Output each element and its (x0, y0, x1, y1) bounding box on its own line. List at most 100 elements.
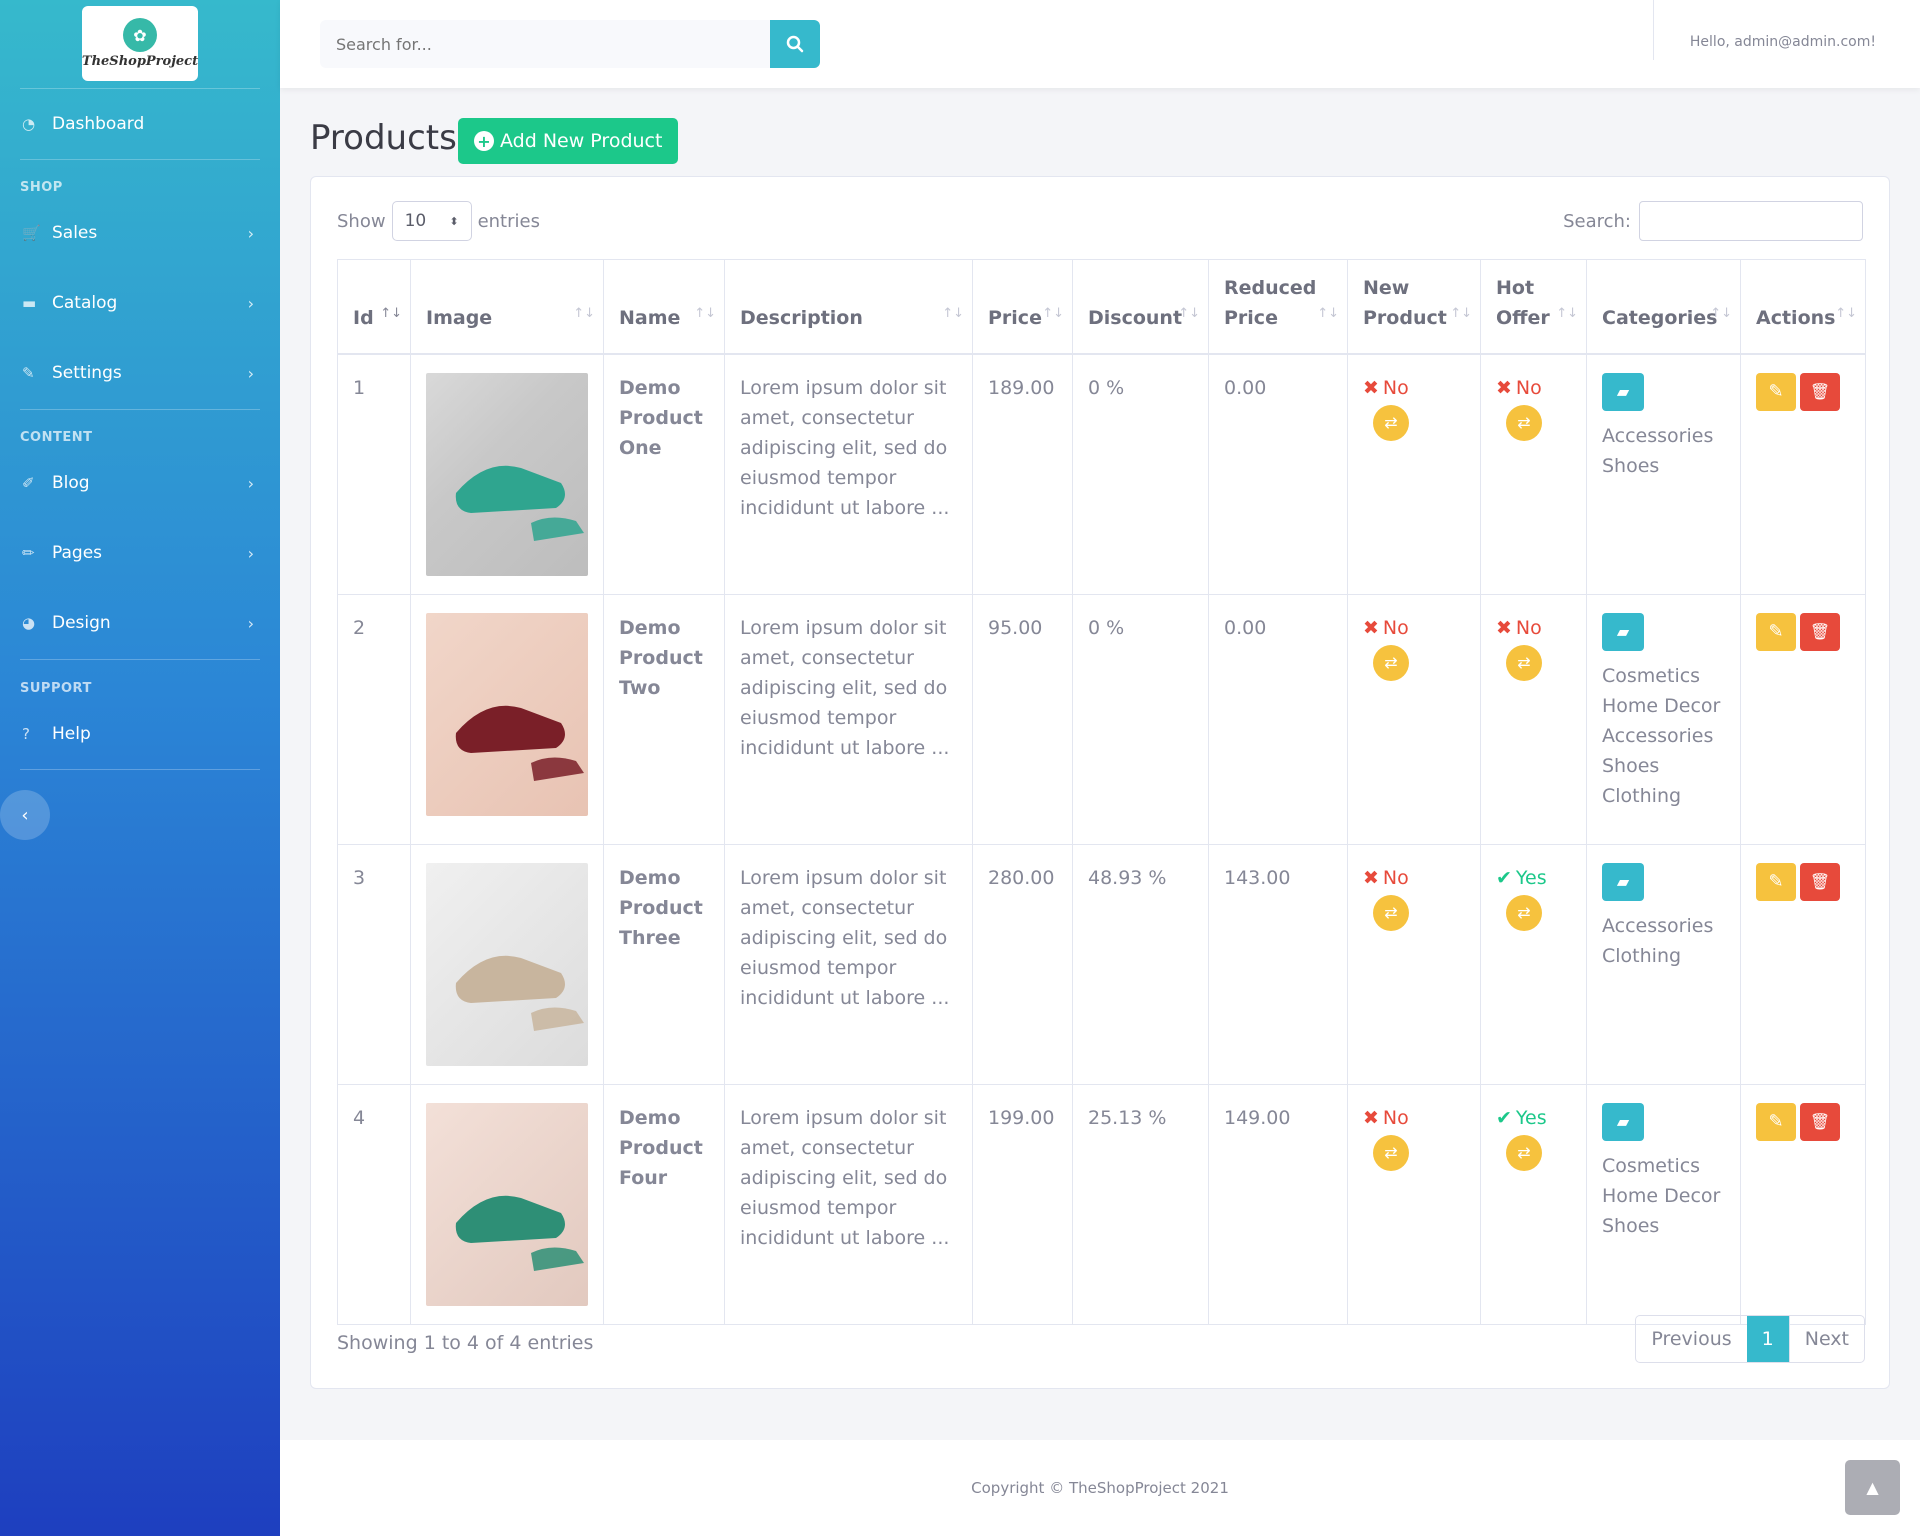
cell-price: 189.00 (972, 353, 1073, 595)
topbar: Hello, admin@admin.com! (280, 0, 1920, 88)
cell-new-product: ✖ No ⇄ (1347, 1083, 1481, 1325)
col-header-discount[interactable]: Discount ↑↓ (1072, 259, 1209, 355)
col-header-hot-offer[interactable]: Hot Offer ↑↓ (1480, 259, 1587, 355)
product-name-line: Demo (619, 376, 681, 399)
sidebar-item-pages[interactable]: ✏ Pages › (0, 533, 280, 573)
scroll-to-top-button[interactable]: ▲ (1845, 1460, 1900, 1515)
product-name-line: Product (619, 1136, 703, 1159)
sidebar-item-catalog[interactable]: ▬ Catalog › (0, 283, 280, 323)
product-image (426, 612, 588, 816)
x-icon: ✖ (1363, 866, 1379, 889)
col-header-reduced-price[interactable]: Reduced Price ↑↓ (1208, 259, 1348, 355)
edit-categories-button[interactable]: ▰ (1602, 612, 1644, 651)
edit-button[interactable]: ✎ (1756, 612, 1796, 651)
col-header-name[interactable]: Name ↑↓ (603, 259, 725, 355)
chevron-right-icon: › (247, 613, 254, 633)
wrench-icon: ✎ (22, 364, 35, 382)
toggle-hot-button[interactable]: ⇄ (1506, 894, 1542, 931)
cell-name[interactable]: Demo Product Three (603, 843, 725, 1085)
sidebar-item-design[interactable]: ◕ Design › (0, 603, 280, 643)
edit-button[interactable]: ✎ (1756, 862, 1796, 901)
user-greeting[interactable]: Hello, admin@admin.com! (1690, 34, 1876, 50)
toggle-new-button[interactable]: ⇄ (1373, 894, 1409, 931)
sidebar-item-label: Pages (52, 543, 103, 563)
logo-emblem-icon: ✿ (123, 18, 157, 52)
category-label: Cosmetics (1602, 1154, 1701, 1177)
description-line: amet, consectetur (740, 406, 914, 429)
delete-button[interactable]: 🗑 (1800, 862, 1840, 901)
sidebar-heading-support: SUPPORT (20, 681, 92, 696)
toggle-new-button[interactable]: ⇄ (1373, 1134, 1409, 1171)
sort-arrows-icon: ⬍ (449, 214, 459, 228)
col-header-label: Description (740, 306, 863, 329)
description-line: adipiscing elit, sed do (740, 676, 948, 699)
col-header-label: Reduced (1224, 276, 1317, 299)
dashboard-icon: ◔ (22, 115, 36, 133)
col-header-id[interactable]: Id ↑↓ (337, 259, 411, 355)
col-header-price[interactable]: Price ↑↓ (972, 259, 1073, 355)
cell-actions: ✎ 🗑 (1740, 843, 1866, 1085)
cell-name[interactable]: Demo Product Four (603, 1083, 725, 1325)
exchange-icon: ⇄ (1384, 902, 1398, 922)
col-header-image[interactable]: Image ↑↓ (410, 259, 604, 355)
page-1-button[interactable]: 1 (1746, 1316, 1789, 1362)
toggle-new-button[interactable]: ⇄ (1373, 644, 1409, 681)
next-page-button[interactable]: Next (1788, 1316, 1864, 1362)
toggle-new-button[interactable]: ⇄ (1373, 404, 1409, 441)
product-image (426, 862, 588, 1066)
exchange-icon: ⇄ (1517, 652, 1531, 672)
product-name-line: Demo (619, 616, 681, 639)
products-card: Show 10 ⬍ entries Search: Id ↑↓ Image ↑↓ N… (310, 176, 1890, 1389)
table-search: Search: (1563, 201, 1863, 241)
trash-icon: 🗑 (1809, 871, 1831, 891)
edit-categories-button[interactable]: ▰ (1602, 1102, 1644, 1141)
edit-button[interactable]: ✎ (1756, 1102, 1796, 1141)
product-name-line: One (619, 436, 662, 459)
cell-hot-offer: ✖ No ⇄ (1480, 353, 1587, 595)
exchange-icon: ⇄ (1384, 412, 1398, 432)
table-search-input[interactable] (1639, 201, 1863, 241)
sidebar-toggle-button[interactable]: ‹ (0, 790, 50, 840)
table-search-label: Search: (1563, 210, 1631, 232)
sidebar-item-dashboard[interactable]: ◔ Dashboard (0, 104, 280, 144)
col-header-categories[interactable]: Categories ↑↓ (1586, 259, 1741, 355)
sidebar-item-blog[interactable]: ✐ Blog › (0, 463, 280, 503)
delete-button[interactable]: 🗑 (1800, 612, 1840, 651)
sidebar-item-settings[interactable]: ✎ Settings › (0, 353, 280, 393)
sidebar-item-sales[interactable]: 🛒 Sales › (0, 213, 280, 253)
cell-name[interactable]: Demo Product One (603, 353, 725, 595)
product-image (426, 372, 588, 576)
description-line: amet, consectetur (740, 896, 914, 919)
toggle-hot-button[interactable]: ⇄ (1506, 1134, 1542, 1171)
cell-price: 199.00 (972, 1083, 1073, 1325)
brand-logo[interactable]: ✿ TheShopProject (82, 6, 198, 81)
edit-button[interactable]: ✎ (1756, 372, 1796, 411)
cell-id: 1 (337, 353, 411, 595)
product-name-line: Product (619, 406, 703, 429)
description-line: amet, consectetur (740, 1136, 914, 1159)
entries-select[interactable]: 10 ⬍ (391, 201, 472, 241)
col-header-new-product[interactable]: New Product ↑↓ (1347, 259, 1481, 355)
cell-categories: ▰ Accessories Shoes (1586, 353, 1741, 595)
col-header-description[interactable]: Description ↑↓ (724, 259, 973, 355)
description-line: Lorem ipsum dolor sit (740, 866, 947, 889)
edit-categories-button[interactable]: ▰ (1602, 372, 1644, 411)
col-header-actions[interactable]: Actions ↑↓ (1740, 259, 1866, 355)
search-input[interactable] (320, 20, 770, 68)
delete-button[interactable]: 🗑 (1800, 372, 1840, 411)
sidebar-item-help[interactable]: ? Help (0, 714, 280, 754)
sort-icon: ↑↓ (1835, 305, 1857, 321)
chevron-up-icon: ▲ (1866, 1478, 1879, 1497)
sidebar-item-label: Help (52, 724, 91, 744)
toggle-hot-button[interactable]: ⇄ (1506, 404, 1542, 441)
edit-categories-button[interactable]: ▰ (1602, 862, 1644, 901)
chevron-right-icon: › (247, 223, 254, 243)
product-name-line: Two (619, 676, 661, 699)
previous-page-button[interactable]: Previous (1636, 1316, 1746, 1362)
delete-button[interactable]: 🗑 (1800, 1102, 1840, 1141)
search-button[interactable] (770, 20, 820, 68)
table-header-row: Id ↑↓ Image ↑↓ Name ↑↓ Description ↑↓ Price ↑… (337, 259, 1866, 355)
add-new-product-button[interactable]: + Add New Product (458, 118, 679, 164)
cell-name[interactable]: Demo Product Two (603, 593, 725, 845)
toggle-hot-button[interactable]: ⇄ (1506, 644, 1542, 681)
